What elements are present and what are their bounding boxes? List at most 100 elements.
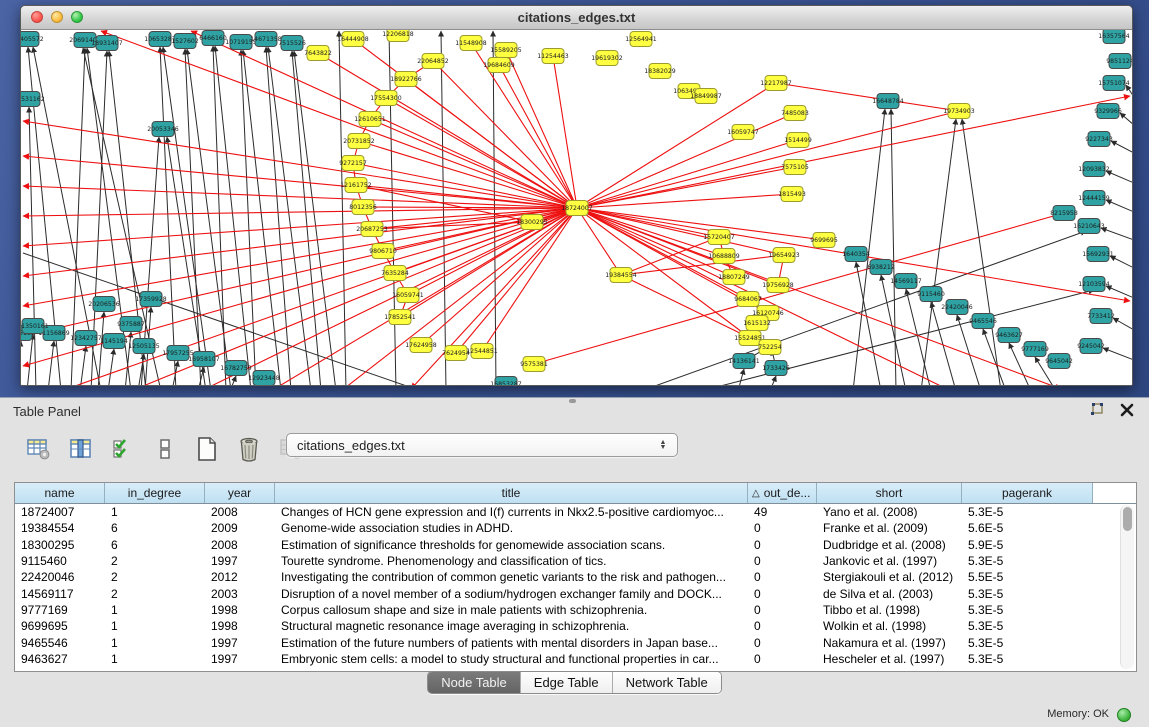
graph-node[interactable]: 19654923 — [768, 248, 800, 263]
graph-node[interactable]: 16059747 — [727, 125, 759, 140]
graph-node[interactable]: 1733426 — [762, 361, 790, 376]
graph-node[interactable]: 7575105 — [781, 160, 809, 175]
table-cell[interactable]: 2012 — [205, 570, 275, 584]
graph-node[interactable]: 12564941 — [625, 32, 657, 47]
table-cell[interactable]: 2003 — [205, 587, 275, 601]
graph-node[interactable]: 19734903 — [943, 104, 975, 119]
graph-node[interactable]: 18931407 — [91, 36, 123, 51]
graph-node[interactable]: 9777169 — [1021, 342, 1049, 357]
table-scrollbar[interactable] — [1120, 505, 1134, 669]
table-cell[interactable]: 5.3E-5 — [962, 505, 1093, 519]
window-titlebar[interactable]: citations_edges.txt — [21, 6, 1132, 30]
table-cell[interactable]: Hescheler et al. (1997) — [817, 652, 962, 666]
graph-node[interactable]: 17359928 — [135, 292, 167, 307]
table-cell[interactable]: 1 — [105, 505, 205, 519]
graph-node[interactable]: 12342757 — [70, 331, 102, 346]
table-cell[interactable]: 5.3E-5 — [962, 619, 1093, 633]
tab-node-table[interactable]: Node Table — [428, 672, 520, 693]
table-cell[interactable]: Investigating the contribution of common… — [275, 570, 748, 584]
table-cell[interactable]: 9777169 — [15, 603, 105, 617]
graph-node[interactable]: 16853287 — [490, 377, 522, 387]
table-row[interactable]: 946554611997Estimation of the future num… — [15, 634, 1136, 650]
table-cell[interactable]: 6 — [105, 538, 205, 552]
graph-node[interactable]: 16405572 — [21, 32, 44, 47]
graph-node[interactable]: 17624958 — [405, 338, 437, 353]
graph-node[interactable]: 12444159 — [1078, 191, 1110, 206]
table-row[interactable]: 1872400712008Changes of HCN gene express… — [15, 504, 1136, 520]
table-cell[interactable]: 0 — [748, 636, 817, 650]
graph-node[interactable]: 12505135 — [128, 339, 160, 354]
graph-node[interactable]: 22064852 — [417, 54, 449, 69]
float-panel-icon[interactable] — [1089, 402, 1105, 418]
table-selector-dropdown[interactable]: citations_edges.txt ▲▼ — [286, 433, 678, 457]
graph-node[interactable]: 1815493 — [778, 187, 806, 202]
table-settings-button[interactable] — [26, 434, 52, 464]
table-cell[interactable]: Changes of HCN gene expression and I(f) … — [275, 505, 748, 519]
graph-node[interactable]: 17852541 — [384, 310, 416, 325]
delete-selected-button[interactable] — [236, 434, 262, 464]
table-cell[interactable]: 14569117 — [15, 587, 105, 601]
table-cell[interactable]: 2008 — [205, 505, 275, 519]
table-cell[interactable]: 0 — [748, 570, 817, 584]
table-cell[interactable]: 18300295 — [15, 538, 105, 552]
graph-node[interactable]: 16444908 — [337, 32, 369, 47]
table-cell[interactable]: 22420046 — [15, 570, 105, 584]
graph-node[interactable]: 752254 — [758, 340, 782, 355]
graph-node[interactable]: 10653287 — [144, 32, 176, 47]
graph-node[interactable]: 16648784 — [872, 94, 904, 109]
tab-edge-table[interactable]: Edge Table — [520, 672, 612, 693]
table-cell[interactable]: Disruption of a novel member of a sodium… — [275, 587, 748, 601]
graph-node[interactable]: 19684609 — [483, 58, 515, 73]
graph-node[interactable]: 15751074 — [1098, 76, 1130, 91]
graph-node[interactable]: 17554300 — [370, 91, 402, 106]
column-header-pagerank[interactable]: pagerank — [962, 483, 1093, 503]
graph-node[interactable]: 9699695 — [810, 233, 838, 248]
table-cell[interactable]: 2 — [105, 587, 205, 601]
table-cell[interactable]: 5.5E-5 — [962, 570, 1093, 584]
graph-node[interactable]: 20053346 — [147, 122, 179, 137]
graph-node[interactable]: 15589205 — [490, 43, 522, 58]
graph-node[interactable]: 10688809 — [708, 249, 740, 264]
table-cell[interactable]: 0 — [748, 619, 817, 633]
graph-node[interactable]: 18382029 — [644, 64, 676, 79]
table-cell[interactable]: 1997 — [205, 554, 275, 568]
graph-node[interactable]: 7624954 — [442, 346, 470, 361]
graph-node[interactable]: 14569117 — [890, 274, 922, 289]
table-cell[interactable]: 2 — [105, 570, 205, 584]
table-cell[interactable]: 5.6E-5 — [962, 521, 1093, 535]
column-header-in_degree[interactable]: in_degree — [105, 483, 205, 503]
table-cell[interactable]: Genome-wide association studies in ADHD. — [275, 521, 748, 535]
table-cell[interactable]: 9465546 — [15, 636, 105, 650]
column-header-out_de[interactable]: △out_de... — [748, 483, 817, 503]
table-cell[interactable]: 5.9E-5 — [962, 538, 1093, 552]
table-row[interactable]: 977716911998Corpus callosum shape and si… — [15, 602, 1136, 618]
table-cell[interactable]: 0 — [748, 587, 817, 601]
table-cell[interactable]: 0 — [748, 521, 817, 535]
column-header-name[interactable]: name — [15, 483, 105, 503]
graph-node[interactable]: 12103594 — [1078, 277, 1110, 292]
graph-node[interactable]: 1615132 — [743, 316, 771, 331]
column-header-short[interactable]: short — [817, 483, 962, 503]
table-cell[interactable]: 1 — [105, 636, 205, 650]
table-cell[interactable]: Dudbridge et al. (2008) — [817, 538, 962, 552]
graph-node[interactable]: 1527602 — [171, 34, 199, 49]
graph-node[interactable]: 9375887 — [117, 317, 145, 332]
table-cell[interactable]: Estimation of the future numbers of pati… — [275, 636, 748, 650]
graph-node[interactable]: 12161752 — [340, 178, 372, 193]
table-cell[interactable]: 6 — [105, 521, 205, 535]
graph-node[interactable]: 9115460 — [917, 287, 945, 302]
graph-node[interactable]: 7733412 — [1087, 309, 1115, 324]
table-cell[interactable]: 2 — [105, 554, 205, 568]
graph-node[interactable]: 7485083 — [781, 106, 809, 121]
graph-node[interactable]: 9684067 — [734, 292, 762, 307]
table-cell[interactable]: 5.3E-5 — [962, 636, 1093, 650]
graph-node[interactable]: 16782759 — [220, 361, 252, 376]
table-cell[interactable]: 0 — [748, 603, 817, 617]
table-cell[interactable]: Embryonic stem cells: a model to study s… — [275, 652, 748, 666]
graph-node[interactable]: 20206536 — [88, 297, 120, 312]
table-row[interactable]: 1938455462009Genome-wide association stu… — [15, 520, 1136, 536]
graph-node[interactable]: 8012356 — [349, 200, 377, 215]
table-cell[interactable]: 1998 — [205, 619, 275, 633]
graph-node[interactable]: 20687253 — [356, 222, 388, 237]
graph-node[interactable]: 18922766 — [390, 72, 422, 87]
